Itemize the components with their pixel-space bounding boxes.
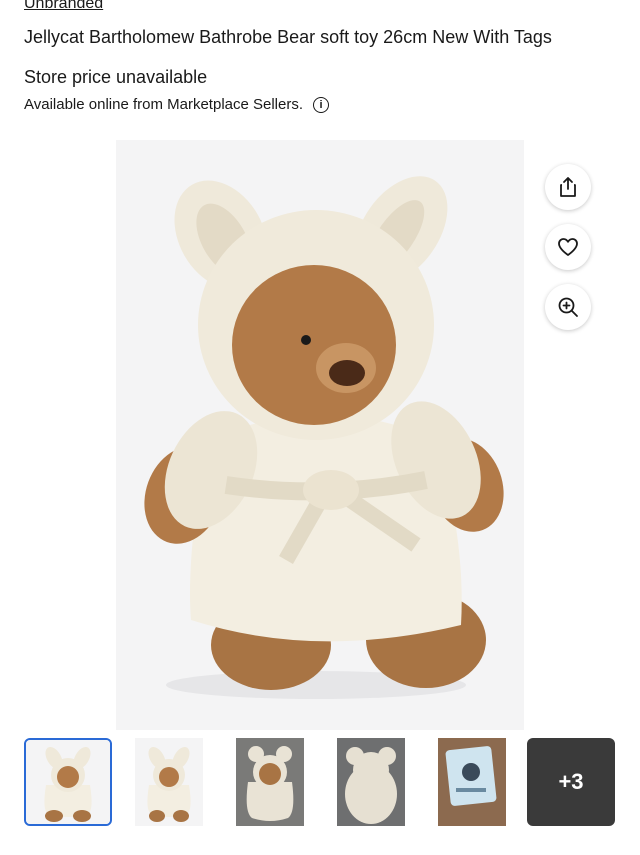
bear-illustration: [144, 176, 504, 699]
brand-link[interactable]: Unbranded: [24, 0, 103, 14]
thumbnail-4[interactable]: [327, 738, 415, 826]
thumbnail-image: [236, 738, 304, 826]
main-product-image[interactable]: [116, 140, 524, 730]
thumbnail-5[interactable]: [428, 738, 516, 826]
favourite-button[interactable]: [545, 224, 591, 270]
thumbnail-image: [135, 738, 203, 826]
thumbnail-image: [26, 740, 110, 824]
availability-row: Available online from Marketplace Seller…: [24, 95, 330, 115]
heart-icon: [558, 238, 578, 256]
thumbnail-3[interactable]: [226, 738, 314, 826]
thumbnail-image: [438, 738, 506, 826]
share-button[interactable]: [545, 164, 591, 210]
more-images-thumbnail[interactable]: +3: [527, 738, 615, 826]
zoom-button[interactable]: [545, 284, 591, 330]
store-price-text: Store price unavailable: [24, 67, 208, 87]
info-icon[interactable]: i: [313, 97, 330, 113]
thumbnail-1[interactable]: [24, 738, 112, 826]
product-title: Jellycat Bartholomew Bathrobe Bear soft …: [24, 27, 552, 47]
thumbnail-2[interactable]: [125, 738, 213, 826]
availability-text: Available online from Marketplace Seller…: [24, 96, 304, 113]
more-images-count: +3: [558, 769, 584, 794]
thumbnail-strip: +3: [24, 738, 624, 828]
thumbnail-image: [337, 738, 405, 826]
zoom-in-icon: [558, 297, 578, 317]
share-icon: [560, 177, 576, 197]
